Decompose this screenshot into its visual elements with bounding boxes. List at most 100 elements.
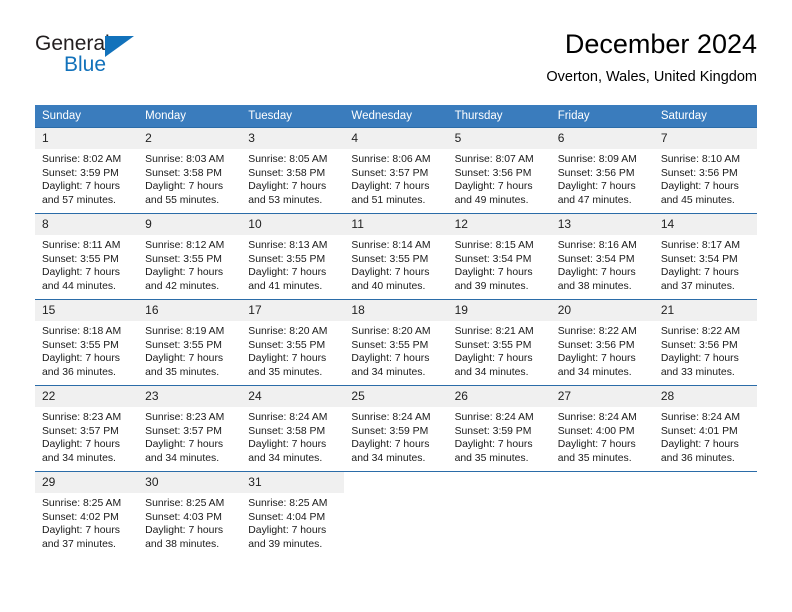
sunset-time: Sunset: 3:55 PM: [145, 253, 222, 265]
day-number: 26: [447, 386, 551, 407]
day-cell-inner: 14 Sunrise: 8:17 AM Sunset: 3:54 PM Dayligh…: [653, 214, 757, 299]
daylight-duration-line2: and 36 minutes.: [660, 452, 735, 464]
sunrise-time: Sunrise: 8:23 AM: [145, 412, 225, 423]
calendar-day-cell[interactable]: 20 Sunrise: 8:22 AM Sunset: 3:56 PM Dayligh…: [550, 299, 654, 386]
calendar-day-cell[interactable]: 19 Sunrise: 8:21 AM Sunset: 3:55 PM Dayligh…: [447, 299, 551, 386]
calendar-day-cell[interactable]: 3 Sunrise: 8:05 AM Sunset: 3:58 PM Daylight…: [241, 127, 345, 214]
daylight-duration-line1: Daylight: 7 hours: [248, 439, 327, 451]
calendar-day-cell[interactable]: 4 Sunrise: 8:06 AM Sunset: 3:57 PM Daylight…: [344, 127, 448, 214]
daylight-duration-line2: and 34 minutes.: [248, 452, 323, 464]
sunrise-time: Sunrise: 8:15 AM: [454, 240, 534, 251]
page-header: General Blue December 2024 Overton, Wale…: [35, 28, 757, 98]
day-number: 23: [138, 386, 242, 407]
calendar-day-cell[interactable]: 23 Sunrise: 8:23 AM Sunset: 3:57 PM Dayligh…: [138, 385, 242, 472]
calendar-day-cell[interactable]: 30 Sunrise: 8:25 AM Sunset: 4:03 PM Dayligh…: [138, 471, 242, 557]
daylight-duration-line1: Daylight: 7 hours: [248, 181, 327, 193]
day-cell-inner: 22 Sunrise: 8:23 AM Sunset: 3:57 PM Dayligh…: [35, 386, 139, 471]
sunset-time: Sunset: 3:56 PM: [557, 339, 635, 351]
calendar-day-cell[interactable]: 21 Sunrise: 8:22 AM Sunset: 3:56 PM Dayligh…: [653, 299, 757, 386]
calendar-day-cell[interactable]: 28 Sunrise: 8:24 AM Sunset: 4:01 PM Dayligh…: [653, 385, 757, 472]
calendar-day-cell[interactable]: 9 Sunrise: 8:12 AM Sunset: 3:55 PM Daylight…: [138, 213, 242, 300]
day-sun-info: Sunrise: 8:07 AM Sunset: 3:56 PM Daylight:…: [448, 149, 551, 207]
day-cell-inner: 16 Sunrise: 8:19 AM Sunset: 3:55 PM Dayligh…: [138, 300, 242, 385]
daylight-duration-line1: Daylight: 7 hours: [557, 353, 636, 365]
calendar-day-cell[interactable]: 22 Sunrise: 8:23 AM Sunset: 3:57 PM Dayligh…: [35, 385, 139, 472]
sunrise-time: Sunrise: 8:20 AM: [248, 326, 328, 337]
calendar-day-cell[interactable]: 1 Sunrise: 8:02 AM Sunset: 3:59 PM Daylight…: [35, 127, 139, 214]
day-sun-info: Sunrise: 8:20 AM Sunset: 3:55 PM Daylight:…: [344, 321, 447, 379]
sunset-time: Sunset: 3:55 PM: [351, 253, 429, 265]
day-number: 12: [447, 214, 551, 235]
day-cell-inner: 1 Sunrise: 8:02 AM Sunset: 3:59 PM Daylight…: [35, 128, 139, 213]
calendar-day-cell[interactable]: 11 Sunrise: 8:14 AM Sunset: 3:55 PM Dayligh…: [344, 213, 448, 300]
sunset-time: Sunset: 3:58 PM: [248, 167, 326, 179]
calendar-day-cell: [550, 471, 654, 557]
day-cell-inner: 5 Sunrise: 8:07 AM Sunset: 3:56 PM Daylight…: [447, 128, 551, 213]
weekday-header-monday: Monday: [138, 105, 242, 128]
day-cell-inner: [344, 472, 447, 557]
daylight-duration-line2: and 34 minutes.: [557, 366, 632, 378]
sunrise-time: Sunrise: 8:24 AM: [351, 412, 431, 423]
daylight-duration-line2: and 57 minutes.: [42, 194, 116, 206]
calendar-day-cell[interactable]: 25 Sunrise: 8:24 AM Sunset: 3:59 PM Dayligh…: [344, 385, 448, 472]
daylight-duration-line1: Daylight: 7 hours: [454, 353, 533, 365]
calendar-day-cell[interactable]: 13 Sunrise: 8:16 AM Sunset: 3:54 PM Dayligh…: [550, 213, 654, 300]
calendar-day-cell[interactable]: 6 Sunrise: 8:09 AM Sunset: 3:56 PM Daylight…: [550, 127, 654, 214]
calendar-day-cell[interactable]: 31 Sunrise: 8:25 AM Sunset: 4:04 PM Dayligh…: [241, 471, 345, 557]
calendar-day-cell[interactable]: 17 Sunrise: 8:20 AM Sunset: 3:55 PM Dayligh…: [241, 299, 345, 386]
daylight-duration-line2: and 34 minutes.: [454, 366, 529, 378]
daylight-duration-line2: and 42 minutes.: [145, 280, 220, 292]
day-number: 17: [241, 300, 345, 321]
day-cell-inner: 19 Sunrise: 8:21 AM Sunset: 3:55 PM Dayligh…: [447, 300, 551, 385]
day-number: 31: [241, 472, 345, 493]
calendar-day-cell[interactable]: 27 Sunrise: 8:24 AM Sunset: 4:00 PM Dayligh…: [550, 385, 654, 472]
calendar-day-cell[interactable]: 8 Sunrise: 8:11 AM Sunset: 3:55 PM Daylight…: [35, 213, 139, 300]
calendar-day-cell[interactable]: 29 Sunrise: 8:25 AM Sunset: 4:02 PM Dayligh…: [35, 471, 139, 557]
day-number: 19: [447, 300, 551, 321]
sunset-time: Sunset: 3:59 PM: [454, 425, 532, 437]
sunrise-time: Sunrise: 8:14 AM: [351, 240, 431, 251]
sunset-time: Sunset: 3:59 PM: [351, 425, 429, 437]
day-sun-info: Sunrise: 8:20 AM Sunset: 3:55 PM Daylight:…: [241, 321, 344, 379]
calendar-day-cell[interactable]: 16 Sunrise: 8:19 AM Sunset: 3:55 PM Dayligh…: [138, 299, 242, 386]
day-cell-inner: 10 Sunrise: 8:13 AM Sunset: 3:55 PM Dayligh…: [241, 214, 345, 299]
sunset-time: Sunset: 3:54 PM: [660, 253, 738, 265]
calendar-day-cell[interactable]: 24 Sunrise: 8:24 AM Sunset: 3:58 PM Dayligh…: [241, 385, 345, 472]
sunrise-sunset-calendar: Sunday Monday Tuesday Wednesday Thursday…: [35, 105, 757, 557]
daylight-duration-line1: Daylight: 7 hours: [351, 267, 430, 279]
day-cell-inner: 4 Sunrise: 8:06 AM Sunset: 3:57 PM Daylight…: [344, 128, 448, 213]
sunset-time: Sunset: 3:55 PM: [248, 253, 326, 265]
daylight-duration-line1: Daylight: 7 hours: [145, 439, 224, 451]
brand-logo[interactable]: General Blue: [35, 32, 255, 92]
day-number: 11: [344, 214, 448, 235]
day-number: 6: [550, 128, 654, 149]
day-sun-info: Sunrise: 8:24 AM Sunset: 3:59 PM Daylight:…: [344, 407, 447, 465]
daylight-duration-line1: Daylight: 7 hours: [557, 181, 636, 193]
sunset-time: Sunset: 3:56 PM: [660, 167, 738, 179]
calendar-day-cell[interactable]: 26 Sunrise: 8:24 AM Sunset: 3:59 PM Dayligh…: [447, 385, 551, 472]
daylight-duration-line1: Daylight: 7 hours: [351, 181, 430, 193]
calendar-day-cell[interactable]: 10 Sunrise: 8:13 AM Sunset: 3:55 PM Dayligh…: [241, 213, 345, 300]
day-cell-inner: 30 Sunrise: 8:25 AM Sunset: 4:03 PM Dayligh…: [138, 472, 242, 557]
calendar-day-cell[interactable]: 12 Sunrise: 8:15 AM Sunset: 3:54 PM Dayligh…: [447, 213, 551, 300]
day-cell-inner: 15 Sunrise: 8:18 AM Sunset: 3:55 PM Dayligh…: [35, 300, 139, 385]
calendar-day-cell[interactable]: 5 Sunrise: 8:07 AM Sunset: 3:56 PM Daylight…: [447, 127, 551, 214]
day-sun-info: Sunrise: 8:03 AM Sunset: 3:58 PM Daylight:…: [138, 149, 241, 207]
calendar-day-cell[interactable]: 14 Sunrise: 8:17 AM Sunset: 3:54 PM Dayligh…: [653, 213, 757, 300]
calendar-day-cell[interactable]: 18 Sunrise: 8:20 AM Sunset: 3:55 PM Dayligh…: [344, 299, 448, 386]
calendar-day-cell[interactable]: 2 Sunrise: 8:03 AM Sunset: 3:58 PM Daylight…: [138, 127, 242, 214]
day-cell-inner: 25 Sunrise: 8:24 AM Sunset: 3:59 PM Dayligh…: [344, 386, 448, 471]
calendar-week-row: 22 Sunrise: 8:23 AM Sunset: 3:57 PM Dayligh…: [35, 385, 757, 472]
day-number: [344, 472, 447, 480]
day-number: 10: [241, 214, 345, 235]
day-cell-inner: 12 Sunrise: 8:15 AM Sunset: 3:54 PM Dayligh…: [447, 214, 551, 299]
calendar-day-cell[interactable]: 7 Sunrise: 8:10 AM Sunset: 3:56 PM Daylight…: [653, 127, 757, 214]
daylight-duration-line2: and 37 minutes.: [42, 538, 116, 550]
day-number: 7: [653, 128, 757, 149]
day-sun-info: Sunrise: 8:13 AM Sunset: 3:55 PM Daylight:…: [241, 235, 344, 293]
sunset-time: Sunset: 3:57 PM: [42, 425, 119, 437]
weekday-header-wednesday: Wednesday: [344, 105, 448, 128]
day-number: 25: [344, 386, 448, 407]
calendar-day-cell[interactable]: 15 Sunrise: 8:18 AM Sunset: 3:55 PM Dayligh…: [35, 299, 139, 386]
day-sun-info: Sunrise: 8:24 AM Sunset: 4:01 PM Daylight:…: [654, 407, 757, 465]
